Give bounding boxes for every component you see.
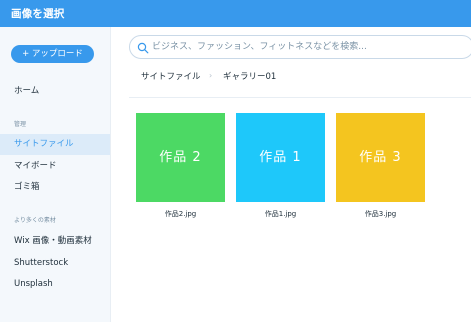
breadcrumb-item-site-files[interactable]: サイトファイル [141,72,201,82]
file-thumbnail-3[interactable]: 作品 3 [336,113,425,202]
breadcrumb: サイトファイル › ギャラリー01 [141,70,276,84]
sidebar-item-my-boards[interactable]: マイボード [0,156,110,177]
file-name: 作品2.jpg [164,210,197,218]
sidebar: + アップロード ホーム 管理 サイトファイル マイボード ゴミ箱 より多くの素… [0,27,111,322]
section-label-manage: 管理 [14,121,27,128]
sidebar-item-shutterstock[interactable]: Shutterstock [0,253,110,274]
file-name: 作品1.jpg [264,210,297,218]
sidebar-item-unsplash[interactable]: Unsplash [0,274,110,295]
thumbnail-label: 作品 3 [359,150,402,165]
divider [129,97,471,98]
thumbnail-label: 作品 1 [259,150,302,165]
title-bar: 画像を選択 [0,0,471,27]
file-name: 作品3.jpg [364,210,397,218]
breadcrumb-item-gallery: ギャラリー01 [223,72,277,82]
search-input[interactable] [152,39,462,55]
upload-button[interactable]: + アップロード [11,45,94,63]
thumbnail-label: 作品 2 [159,150,202,165]
search-bar[interactable] [129,35,471,59]
sidebar-item-home[interactable]: ホーム [0,81,110,102]
section-label-more-media: より多くの素材 [14,217,56,224]
sidebar-item-wix-media[interactable]: Wix 画像・動画素材 [0,231,110,252]
file-thumbnail-2[interactable]: 作品 1 [236,113,325,202]
sidebar-item-trash[interactable]: ゴミ箱 [0,177,110,198]
file-thumbnail-1[interactable]: 作品 2 [136,113,225,202]
dialog-title: 画像を選択 [11,8,65,20]
search-icon [137,42,149,54]
breadcrumb-separator-icon: › [209,71,213,80]
sidebar-item-site-files[interactable]: サイトファイル [0,134,110,155]
